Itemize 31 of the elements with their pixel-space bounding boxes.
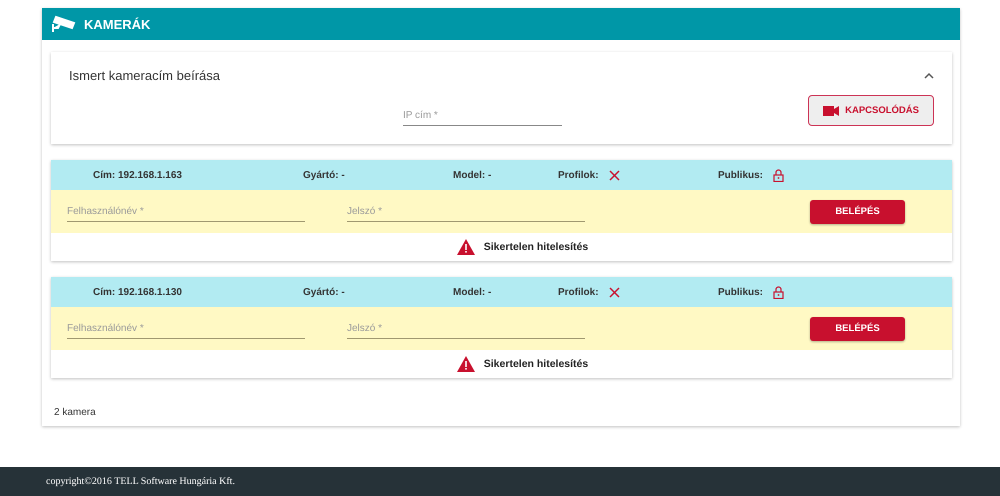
username-field[interactable]: Felhasználónév *	[67, 202, 305, 222]
warning-icon	[456, 239, 475, 255]
camera-count: 2 kamera	[54, 407, 96, 418]
login-button[interactable]: BELÉPÉS	[810, 316, 905, 340]
camera-model: Model: -	[452, 286, 492, 298]
public-label: Publikus:	[718, 170, 764, 180]
panel-title: Ismert kameracím beírása	[69, 68, 220, 83]
header-title: KAMERÁK	[84, 16, 150, 32]
camera-model: Model: -	[452, 170, 492, 180]
public-label: Publikus:	[718, 286, 764, 298]
video-camera-icon	[823, 106, 840, 116]
security-camera-icon	[52, 15, 76, 33]
chevron-up-icon[interactable]	[924, 72, 934, 79]
ip-field[interactable]: IP cím *	[403, 106, 562, 126]
camera-address: Cím: 192.168.1.130	[93, 286, 183, 298]
login-button[interactable]: BELÉPÉS	[810, 200, 905, 224]
profiles-label: Profilok:	[558, 170, 599, 180]
lock-icon	[773, 168, 784, 182]
profiles-label: Profilok:	[558, 286, 599, 298]
copyright-text: copyright©2016 TELL Software Hungária Kft.	[46, 476, 235, 487]
error-message: Sikertelen hitelesítés	[484, 358, 588, 370]
camera-address: Cím: 192.168.1.163	[93, 170, 183, 180]
warning-icon	[456, 356, 475, 372]
error-message: Sikertelen hitelesítés	[484, 241, 588, 253]
camera-manufacturer: Gyártó: -	[302, 170, 346, 180]
connect-button[interactable]: KAPCSOLÓDÁS	[808, 95, 934, 126]
lock-icon	[773, 286, 784, 298]
camera-manufacturer: Gyártó: -	[302, 286, 346, 298]
password-field[interactable]: Jelszó *	[347, 202, 585, 222]
username-field[interactable]: Felhasználónév *	[67, 318, 305, 338]
password-field[interactable]: Jelszó *	[347, 318, 585, 338]
